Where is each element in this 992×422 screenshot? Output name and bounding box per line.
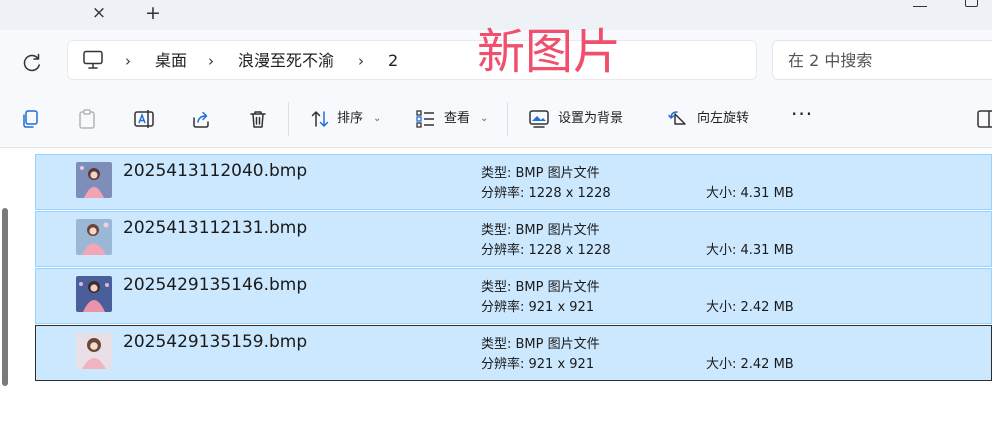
- view-icon[interactable]: [415, 108, 437, 130]
- file-name[interactable]: 2025413112131.bmp: [123, 217, 307, 239]
- file-size: 大小: 2.42 MB: [706, 357, 794, 372]
- new-tab-button[interactable]: +: [142, 2, 164, 24]
- refresh-button[interactable]: [19, 50, 45, 76]
- toolbar-divider: [507, 102, 508, 136]
- minimize-icon[interactable]: [913, 0, 927, 7]
- breadcrumb-folder[interactable]: 浪漫至死不渝: [238, 51, 334, 71]
- image-thumbnail: [76, 333, 112, 369]
- image-thumbnail: [76, 162, 112, 198]
- chevron-down-icon[interactable]: ⌄: [480, 110, 488, 128]
- copy-icon[interactable]: [19, 108, 41, 130]
- file-type: 类型: BMP 图片文件: [481, 223, 600, 238]
- breadcrumb-chevron-icon[interactable]: ›: [358, 51, 364, 71]
- tab-close-button[interactable]: ×: [88, 2, 110, 24]
- more-options-button[interactable]: ···: [791, 102, 817, 132]
- file-resolution: 分辨率: 1228 x 1228: [481, 186, 611, 201]
- view-button[interactable]: 查看: [444, 110, 470, 128]
- overlay-caption: 新图片: [477, 24, 622, 80]
- file-name[interactable]: 2025413112040.bmp: [123, 160, 307, 182]
- image-thumbnail: [76, 276, 112, 312]
- refresh-icon: [23, 53, 40, 72]
- file-row[interactable]: 2025429135146.bmp 类型: BMP 图片文件 分辨率: 921 …: [35, 268, 992, 324]
- file-resolution: 分辨率: 921 x 921: [481, 300, 595, 315]
- this-pc-icon[interactable]: [82, 50, 104, 70]
- paste-icon[interactable]: [76, 108, 98, 130]
- file-row[interactable]: 2025429135159.bmp 类型: BMP 图片文件 分辨率: 921 …: [35, 325, 992, 381]
- rename-icon[interactable]: [133, 108, 155, 130]
- sort-icon[interactable]: [309, 108, 331, 130]
- file-name[interactable]: 2025429135159.bmp: [123, 331, 307, 353]
- search-placeholder: 在 2 中搜索: [788, 51, 873, 70]
- file-size: 大小: 2.42 MB: [706, 300, 794, 315]
- rotate-left-icon[interactable]: [667, 108, 689, 130]
- image-thumbnail: [76, 219, 112, 255]
- command-bar: 排序 ⌄ 查看 ⌄ 设置为背景 向左旋转 ···: [0, 92, 992, 148]
- file-row[interactable]: 2025413112131.bmp 类型: BMP 图片文件 分辨率: 1228…: [35, 211, 992, 267]
- address-row: › 桌面 › 浪漫至死不渝 › 2 新图片 在 2 中搜索: [0, 24, 992, 92]
- maximize-icon[interactable]: [965, 0, 978, 7]
- file-size: 大小: 4.31 MB: [706, 243, 794, 258]
- file-list: 2025413112040.bmp 类型: BMP 图片文件 分辨率: 1228…: [35, 154, 992, 382]
- breadcrumb-current[interactable]: 2: [388, 51, 398, 71]
- rotate-left-button[interactable]: 向左旋转: [697, 110, 749, 128]
- search-input[interactable]: 在 2 中搜索: [772, 40, 992, 80]
- file-type: 类型: BMP 图片文件: [481, 337, 600, 352]
- breadcrumb-desktop[interactable]: 桌面: [155, 51, 187, 71]
- scrollbar-thumb[interactable]: [2, 208, 8, 386]
- details-pane-icon[interactable]: [976, 108, 992, 130]
- file-type: 类型: BMP 图片文件: [481, 166, 600, 181]
- share-icon[interactable]: [190, 108, 212, 130]
- chevron-down-icon[interactable]: ⌄: [373, 110, 381, 128]
- file-type: 类型: BMP 图片文件: [481, 280, 600, 295]
- toolbar-divider: [288, 102, 289, 136]
- file-row[interactable]: 2025413112040.bmp 类型: BMP 图片文件 分辨率: 1228…: [35, 154, 992, 210]
- breadcrumb-chevron-icon[interactable]: ›: [125, 51, 131, 71]
- address-bar[interactable]: › 桌面 › 浪漫至死不渝 › 2: [67, 40, 757, 80]
- file-name[interactable]: 2025429135146.bmp: [123, 274, 307, 296]
- wallpaper-icon[interactable]: [528, 108, 550, 130]
- file-resolution: 分辨率: 1228 x 1228: [481, 243, 611, 258]
- file-resolution: 分辨率: 921 x 921: [481, 357, 595, 372]
- breadcrumb-chevron-icon[interactable]: ›: [208, 51, 214, 71]
- set-background-button[interactable]: 设置为背景: [558, 110, 623, 128]
- sort-button[interactable]: 排序: [337, 110, 363, 128]
- file-size: 大小: 4.31 MB: [706, 186, 794, 201]
- delete-icon[interactable]: [247, 108, 269, 130]
